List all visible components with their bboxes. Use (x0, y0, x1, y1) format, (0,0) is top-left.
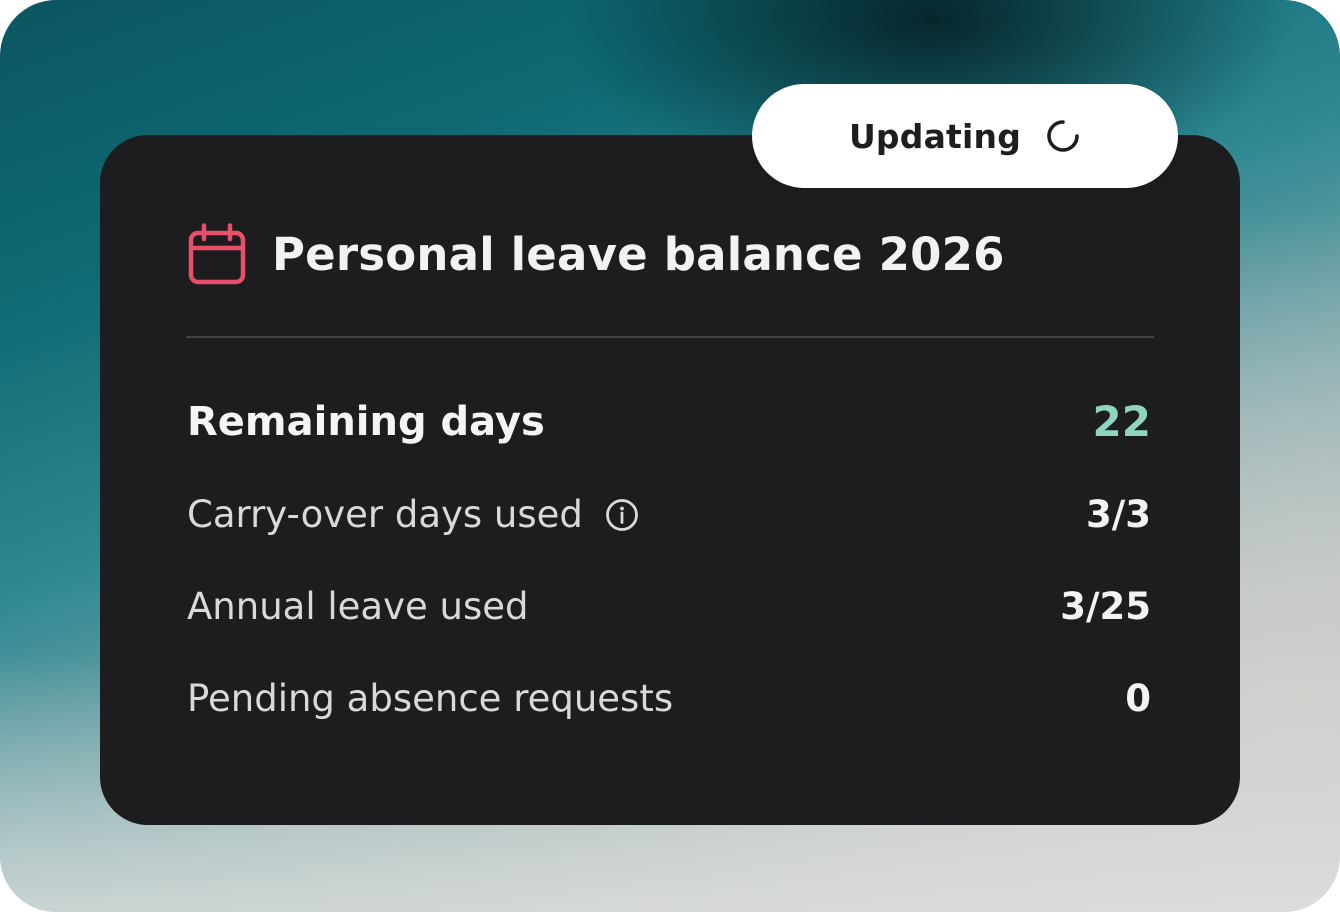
annual-leave-label: Annual leave used (187, 585, 529, 628)
status-label: Updating (848, 116, 1022, 156)
calendar-icon (188, 223, 246, 285)
updating-status-pill: Updating (752, 84, 1178, 188)
annual-leave-row: Annual leave used 3/25 (187, 585, 1151, 628)
leave-balance-card: Personal leave balance 2026 Remaining da… (100, 135, 1240, 825)
carry-over-label-group: Carry-over days used (187, 493, 639, 536)
info-icon[interactable] (605, 498, 639, 532)
remaining-days-row: Remaining days 22 (187, 397, 1151, 446)
carry-over-label: Carry-over days used (187, 493, 583, 536)
pending-requests-value: 0 (1125, 677, 1151, 720)
spinner-icon (1045, 118, 1081, 154)
carry-over-row: Carry-over days used 3/3 (187, 493, 1151, 536)
carry-over-value: 3/3 (1085, 493, 1151, 536)
divider (186, 336, 1154, 338)
card-title: Personal leave balance 2026 (272, 227, 1005, 281)
pending-requests-label: Pending absence requests (187, 677, 674, 720)
annual-leave-value: 3/25 (1060, 585, 1151, 628)
remaining-days-label: Remaining days (187, 398, 545, 445)
pending-requests-row: Pending absence requests 0 (187, 677, 1151, 720)
card-header: Personal leave balance 2026 (188, 223, 1005, 285)
remaining-days-value: 22 (1092, 397, 1151, 446)
